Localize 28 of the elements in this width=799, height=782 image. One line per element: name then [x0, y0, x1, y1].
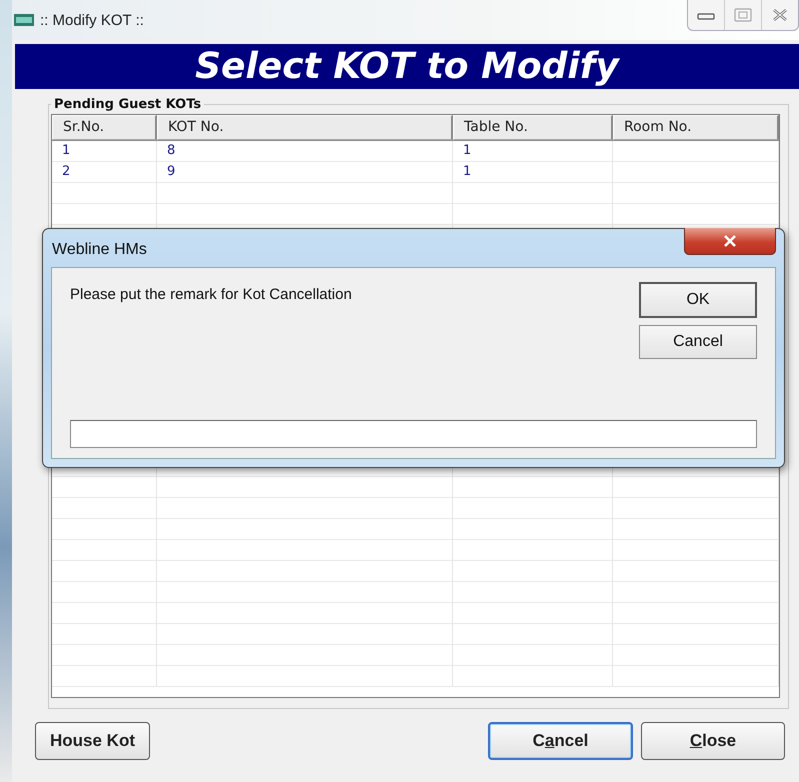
table-cell: 9: [167, 164, 176, 179]
table-row[interactable]: 2 9 1: [52, 162, 779, 183]
table-cell: 1: [463, 143, 472, 158]
ok-button[interactable]: OK: [639, 282, 757, 318]
app-icon: [14, 14, 34, 26]
header-banner: Select KOT to Modify: [15, 44, 799, 89]
table-cell: 1: [463, 164, 472, 179]
window-title: :: Modify KOT ::: [40, 12, 144, 28]
column-header[interactable]: Room No.: [613, 115, 779, 140]
column-header[interactable]: Sr.No.: [52, 115, 157, 140]
table-cell: 2: [62, 164, 70, 179]
close-icon: [723, 235, 737, 247]
maximize-icon: [734, 8, 752, 22]
cancel-button[interactable]: Cancel: [639, 325, 757, 359]
cancel-button[interactable]: Cancel: [488, 722, 633, 760]
close-icon: [771, 8, 789, 22]
column-header[interactable]: Table No.: [453, 115, 613, 140]
close-button[interactable]: [684, 228, 776, 255]
remark-input[interactable]: [70, 420, 757, 448]
table-cell: 8: [167, 143, 176, 158]
dialog-message: Please put the remark for Kot Cancellation: [70, 286, 352, 305]
dialog-title: Webline HMs: [52, 241, 147, 259]
group-title: Pending Guest KOTs: [53, 97, 202, 112]
house-kot-button[interactable]: House Kot: [35, 722, 150, 760]
column-header[interactable]: KOT No.: [157, 115, 453, 140]
table-cell: 1: [62, 143, 70, 158]
close-button[interactable]: Close: [641, 722, 785, 760]
table-row[interactable]: 1 8 1: [52, 141, 779, 162]
